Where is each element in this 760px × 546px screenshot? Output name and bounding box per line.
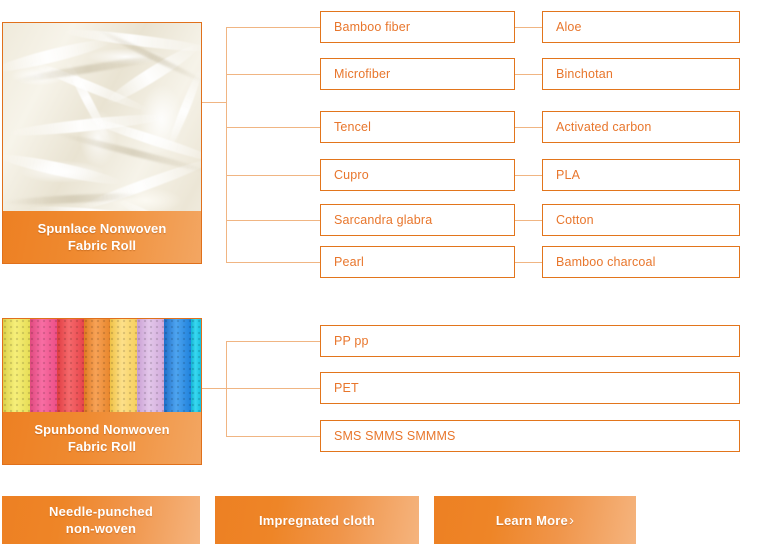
button-needle-punched[interactable]: Needle-punched non-woven [2,496,200,544]
connector-link-6 [515,262,542,263]
material-box-microfiber[interactable]: Microfiber [320,58,515,90]
spunbond-caption: Spunbond Nonwoven Fabric Roll [3,412,201,464]
material-box-sarcandra-glabra[interactable]: Sarcandra glabra [320,204,515,236]
connector-branch-4 [226,175,320,176]
material-box-tencel[interactable]: Tencel [320,111,515,143]
connector-branch-pp [226,341,320,342]
chevron-right-icon: › [568,511,575,529]
connector-trunk-spunbond [202,388,226,389]
spunlace-caption-line2: Fabric Roll [67,238,137,253]
product-card-spunlace[interactable]: Spunlace Nonwoven Fabric Roll [2,22,202,264]
material-box-sms[interactable]: SMS SMMS SMMMS [320,420,740,452]
button-learn-more[interactable]: Learn More › [434,496,636,544]
material-box-pearl[interactable]: Pearl [320,246,515,278]
connector-link-4 [515,175,542,176]
spunlace-caption: Spunlace Nonwoven Fabric Roll [3,211,201,263]
spunbond-caption-line1: Spunbond Nonwoven [34,422,170,437]
connector-link-1 [515,27,542,28]
material-box-pla[interactable]: PLA [542,159,740,191]
nonwoven-product-tree: Spunlace Nonwoven Fabric Roll Bamboo fib… [0,0,760,546]
material-box-binchotan[interactable]: Binchotan [542,58,740,90]
connector-branch-2 [226,74,320,75]
material-box-bamboo-charcoal[interactable]: Bamboo charcoal [542,246,740,278]
connector-link-5 [515,220,542,221]
connector-branch-1 [226,27,320,28]
material-box-pp[interactable]: PP pp [320,325,740,357]
button-needle-punched-label: Needle-punched non-woven [49,504,153,536]
material-box-pet[interactable]: PET [320,372,740,404]
material-box-cupro[interactable]: Cupro [320,159,515,191]
material-box-activated-carbon[interactable]: Activated carbon [542,111,740,143]
spunbond-caption-line2: Fabric Roll [67,439,137,454]
connector-branch-5 [226,220,320,221]
connector-branch-pet [226,388,320,389]
material-box-bamboo-fiber[interactable]: Bamboo fiber [320,11,515,43]
spunlace-caption-line1: Spunlace Nonwoven [37,221,167,236]
button-impregnated-cloth[interactable]: Impregnated cloth [215,496,419,544]
material-box-cotton[interactable]: Cotton [542,204,740,236]
spunbond-roll-photo: Spunbond Nonwoven Fabric Roll [3,319,201,464]
connector-trunk-spunlace [202,102,226,103]
button-impregnated-cloth-label: Impregnated cloth [258,512,376,528]
connector-spine-spunlace [226,27,227,262]
connector-link-2 [515,74,542,75]
connector-link-3 [515,127,542,128]
connector-branch-3 [226,127,320,128]
spunlace-fiber-photo: Spunlace Nonwoven Fabric Roll [3,23,201,263]
product-card-spunbond[interactable]: Spunbond Nonwoven Fabric Roll [2,318,202,465]
connector-branch-6 [226,262,320,263]
material-box-aloe[interactable]: Aloe [542,11,740,43]
button-learn-more-label: Learn More [495,512,568,528]
connector-branch-sms [226,436,320,437]
